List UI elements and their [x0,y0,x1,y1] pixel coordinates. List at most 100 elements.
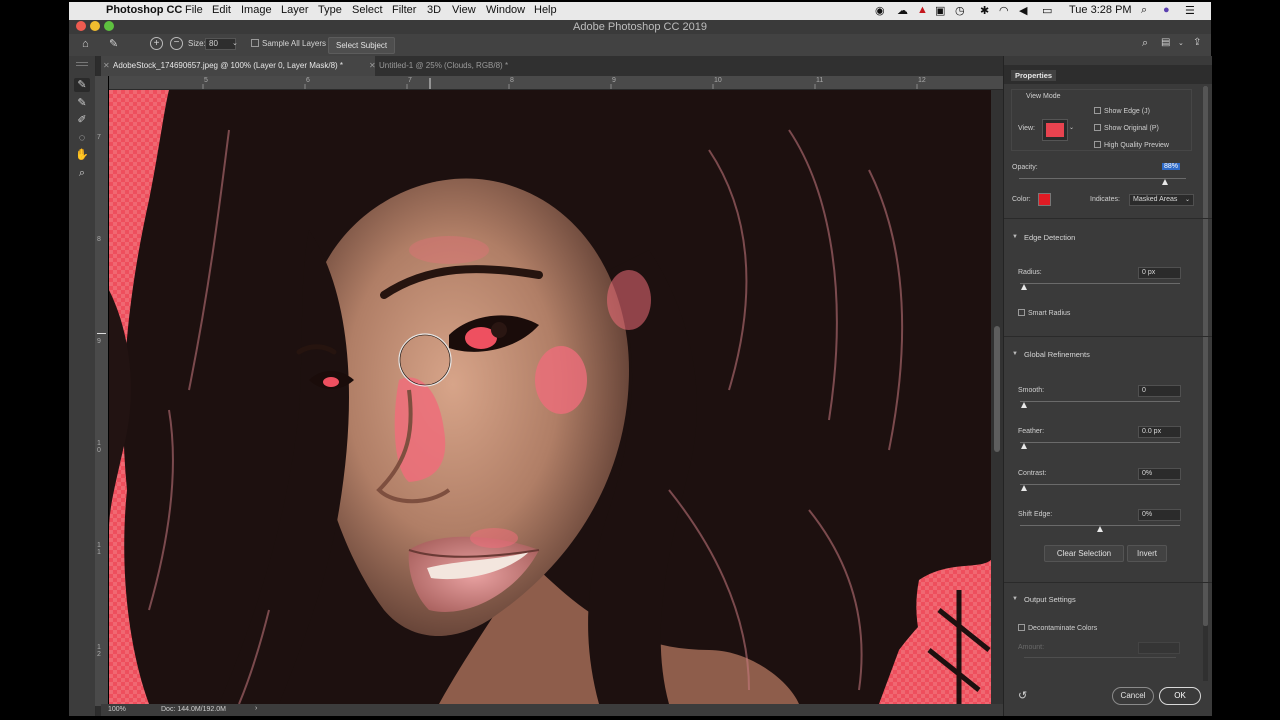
share-icon[interactable]: ⇪ [1193,37,1201,48]
menu-3d[interactable]: 3D [427,4,441,16]
shift-edge-slider-thumb[interactable] [1096,526,1103,532]
document-canvas[interactable] [109,90,991,704]
menu-view[interactable]: View [452,4,476,16]
subtract-from-selection-icon[interactable]: − [170,37,183,50]
output-settings-heading[interactable]: Output Settings [1024,595,1076,604]
reset-icon[interactable]: ↺ [1018,689,1027,702]
search-icon[interactable]: ⌕ [1142,37,1148,50]
opacity-slider-thumb[interactable] [1162,179,1169,185]
size-dropdown-icon[interactable]: ⌄ [232,39,238,47]
menu-select[interactable]: Select [352,4,383,16]
checkbox-box[interactable] [251,39,259,47]
contrast-slider[interactable] [1020,484,1180,485]
wifi-icon[interactable]: ◠ [999,4,1009,17]
indicates-select[interactable]: Masked Areas ⌄ [1129,194,1194,206]
global-refinements-collapse-icon[interactable]: ▼ [1012,351,1018,357]
bluetooth-icon[interactable]: ✱ [980,4,989,17]
shift-edge-input[interactable]: 0% [1138,509,1181,521]
menu-image[interactable]: Image [241,4,272,16]
zoom-level[interactable]: 100% [108,706,126,713]
creative-cloud-icon[interactable]: ☁ [897,4,908,17]
scrollbar-thumb[interactable] [1203,86,1208,626]
feather-slider[interactable] [1020,442,1180,443]
menu-edit[interactable]: Edit [212,4,231,16]
global-refinements-heading[interactable]: Global Refinements [1024,350,1090,359]
spotlight-search-icon[interactable]: ⌕ [1141,4,1147,17]
tab-untitled-document[interactable]: ✕ Untitled-1 @ 25% (Clouds, RGB/8) * [367,56,539,76]
smart-radius-checkbox[interactable]: Smart Radius [1018,309,1070,317]
scrollbar-thumb[interactable] [994,326,1000,452]
contrast-input[interactable]: 0% [1138,468,1181,480]
view-thumbnail-dropdown[interactable] [1042,119,1068,141]
home-icon[interactable]: ⌂ [82,38,89,50]
view-dropdown-icon[interactable]: ⌄ [1069,124,1074,131]
acrobat-icon[interactable]: ▲ [917,4,928,16]
properties-scrollbar[interactable] [1203,86,1208,681]
radius-slider-thumb[interactable] [1020,284,1027,290]
show-original-checkbox[interactable]: Show Original (P) [1094,124,1159,132]
lasso-tool-icon[interactable]: ◌ [74,131,90,145]
checkbox-box[interactable] [1018,309,1025,316]
horizontal-ruler[interactable]: 5 6 7 8 9 10 11 12 [109,76,1003,90]
refine-edge-brush-tool-icon[interactable]: ✎ [74,96,90,110]
checkbox-box[interactable] [1018,624,1025,631]
workspace-dropdown-icon[interactable]: ⌄ [1178,39,1184,47]
menu-layer[interactable]: Layer [281,4,309,16]
radius-slider[interactable] [1020,283,1180,284]
quick-selection-tool-icon[interactable]: ✎ [74,78,90,92]
menu-app-name[interactable]: Photoshop CC [106,4,182,16]
contrast-slider-thumb[interactable] [1020,485,1027,491]
record-icon[interactable]: ◉ [875,4,885,17]
hand-tool-icon[interactable]: ✋ [74,148,90,162]
menu-file[interactable]: File [185,4,203,16]
menu-clock[interactable]: Tue 3:28 PM [1069,4,1132,16]
menu-help[interactable]: Help [534,4,557,16]
battery-icon[interactable]: ▭ [1042,4,1052,17]
checkbox-box[interactable] [1094,107,1101,114]
smooth-slider-thumb[interactable] [1020,402,1027,408]
menu-window[interactable]: Window [486,4,525,16]
radius-input[interactable]: 0 px [1138,267,1181,279]
opacity-slider[interactable] [1019,178,1186,179]
properties-tab[interactable]: Properties [1011,70,1057,81]
checkbox-box[interactable] [1094,141,1101,148]
overlay-color-swatch[interactable] [1038,193,1051,206]
siri-icon[interactable]: ● [1163,4,1170,16]
checkbox-box[interactable] [1094,124,1101,131]
volume-icon[interactable]: ◀ [1019,4,1027,17]
close-tab-icon[interactable]: ✕ [369,56,376,76]
zoom-tool-icon[interactable]: ⌕ [74,166,90,180]
ok-button[interactable]: OK [1159,687,1201,705]
vertical-ruler[interactable]: 7 8 9 1 0 1 1 1 2 [95,76,108,706]
feather-slider-thumb[interactable] [1020,443,1027,449]
menu-filter[interactable]: Filter [392,4,416,16]
sample-all-layers-checkbox[interactable]: Sample All Layers [251,39,326,48]
menu-type[interactable]: Type [318,4,342,16]
add-to-selection-icon[interactable]: + [150,37,163,50]
output-settings-collapse-icon[interactable]: ▼ [1012,596,1018,602]
canvas-vertical-scrollbar[interactable] [991,90,1003,704]
status-menu-arrow-icon[interactable]: › [255,705,257,712]
show-edge-checkbox[interactable]: Show Edge (J) [1094,107,1150,115]
clear-selection-button[interactable]: Clear Selection [1044,545,1124,562]
smooth-input[interactable]: 0 [1138,385,1181,397]
high-quality-preview-checkbox[interactable]: High Quality Preview [1094,141,1169,149]
refine-edge-brush-icon[interactable]: ✎ [109,37,118,50]
opacity-input[interactable]: 88% [1162,163,1181,170]
decontaminate-colors-checkbox[interactable]: Decontaminate Colors [1018,624,1097,632]
tools-grip[interactable] [76,62,88,66]
close-tab-icon[interactable]: ✕ [103,56,110,76]
edge-detection-heading[interactable]: Edge Detection [1024,233,1075,242]
photo-icon[interactable]: ▣ [935,4,945,17]
feather-input[interactable]: 0.0 px [1138,426,1181,438]
select-subject-button[interactable]: Select Subject [328,37,396,54]
smooth-slider[interactable] [1020,401,1180,402]
invert-button[interactable]: Invert [1127,545,1167,562]
tab-adobestock-document[interactable]: ✕ AdobeStock_174690657.jpeg @ 100% (Laye… [101,56,375,76]
notification-center-icon[interactable]: ☰ [1185,4,1195,17]
brush-tool-icon[interactable]: ✐ [74,113,90,127]
workspace-icon[interactable]: ▤ [1161,37,1170,48]
cancel-button[interactable]: Cancel [1112,687,1154,705]
edge-detection-collapse-icon[interactable]: ▼ [1012,234,1018,240]
time-machine-icon[interactable]: ◷ [955,4,965,17]
